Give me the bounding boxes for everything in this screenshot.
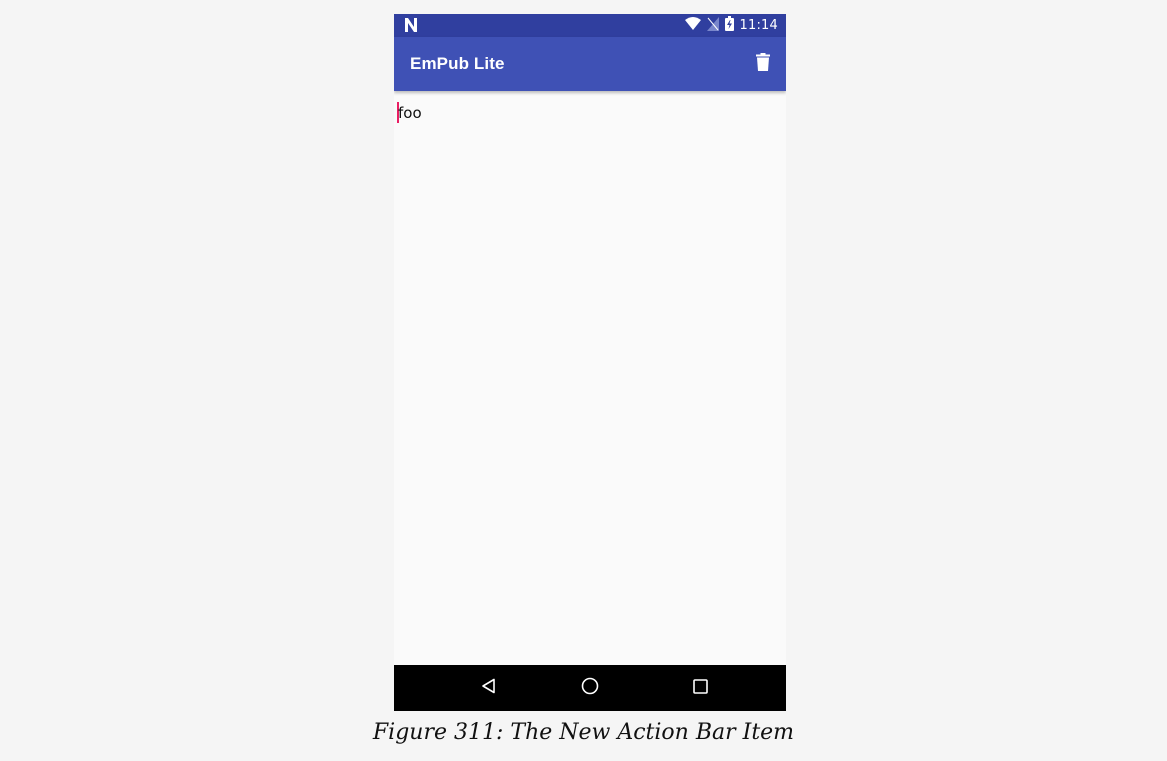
delete-button[interactable] (750, 51, 776, 77)
recents-icon (692, 678, 708, 698)
trash-icon (756, 53, 770, 75)
action-bar: EmPub Lite (394, 37, 786, 91)
app-title: EmPub Lite (410, 54, 505, 73)
no-sim-icon (706, 16, 719, 35)
editor-text[interactable]: foo (398, 104, 422, 122)
home-icon (581, 677, 599, 699)
status-icons: 11:14 (684, 14, 778, 37)
figure-page: 11:14 EmPub Lite foo Figure 311: The New… (0, 0, 1167, 761)
back-icon (481, 678, 497, 698)
recents-button[interactable] (688, 676, 712, 700)
back-button[interactable] (477, 676, 501, 700)
phone-screen: 11:14 EmPub Lite foo (394, 14, 786, 711)
home-button[interactable] (578, 676, 602, 700)
navigation-bar (394, 665, 786, 711)
wifi-icon (684, 16, 701, 35)
figure-caption: Figure 311: The New Action Bar Item (372, 720, 795, 745)
battery-charging-icon (724, 16, 734, 35)
status-bar: 11:14 (394, 14, 786, 37)
text-editor[interactable]: foo (394, 91, 786, 665)
status-time: 11:14 (739, 18, 778, 33)
notification-n-icon (404, 17, 418, 33)
